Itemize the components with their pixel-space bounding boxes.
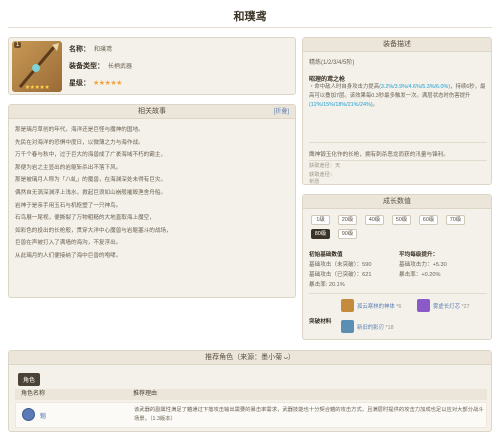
level-tab[interactable]: 1级 [311, 215, 330, 225]
stats-panel: 成长数值 1级 20级 40级 50级 60级 70级 80级 90级 初始基础数值 基础攻击… [302, 194, 492, 340]
effect-description: 鹰神锻玉化作的长枪，拥有刺杀恶龙而获的汛量与锋利。 [309, 152, 449, 158]
effect-header: 装备描述 [303, 38, 491, 52]
stats-divider [309, 293, 487, 294]
story-line: 那是璃月草创的年代，海洋还是巨怪与魔神的国地。 [15, 127, 144, 133]
effect-title: 装备描述 [383, 41, 411, 48]
level-tab[interactable]: 80级 [311, 229, 330, 239]
effect-divider-2 [309, 160, 487, 161]
material-item[interactable]: 新旧的影刃 *18 [341, 320, 401, 333]
page-title: 和璞鸢 [233, 11, 267, 23]
recommend-title: 推荐角色（来源：墨小菊 ᴗ） [205, 354, 295, 361]
material-item[interactable]: 孤云寒林的神体 *6 [341, 299, 401, 312]
type-row: 装备类型： 长柄武器 [69, 63, 133, 70]
weapon-level-badge: 1 [14, 42, 22, 48]
title-divider [8, 27, 492, 28]
name-row: 名称： 和璞鸢 [69, 46, 113, 53]
initial-stats: 初始基础数值 基础攻击（未突破）：590 基础攻击（已突破）：621 暴击率: … [309, 250, 397, 290]
avg-crit: 暴击率：+0.20% [399, 272, 441, 278]
weapon-image-stars: ★★★★★ [24, 85, 50, 91]
avg-atk: 基础攻击力：+5.30 [399, 262, 447, 268]
story-header: 相关故事 [折叠] [9, 105, 295, 119]
effect-panel: 装备描述 精炼(1/2/3/4/5阶) 昭理的鸢之枪 ・命中敌人时自身攻击力提高… [302, 37, 492, 185]
rarity-stars: ★★★★★ [93, 80, 122, 87]
effect-divider [309, 142, 487, 143]
initial-atk-base: 基础攻击（未突破）：590 [309, 262, 372, 268]
story-panel: 相关故事 [折叠] 那是璃月草创的年代，海洋还是巨怪与魔神的国地。 先民在对海洋的… [8, 104, 296, 298]
avg-header: 平均每级提升： [399, 252, 439, 258]
story-line: 先民在对海洋的恐惧中度日，以微薄之力与海作战。 [15, 139, 144, 146]
story-line: 如彩色的投出的长枪般，贯穿大洋中心魔兽与岩躯塞斗的战场， [15, 227, 172, 234]
recommend-panel: 推荐角色（来源：墨小菊 ᴗ） 角色 角色名称 推荐理由 魈 该武器的副属性满足了… [8, 350, 492, 432]
materials-label: 突破材料 [309, 319, 332, 325]
stats-title: 成长数值 [383, 198, 411, 205]
recommend-header: 推荐角色（来源：墨小菊 ᴗ） [9, 351, 491, 365]
weapon-card: 1 ★★★★★ 名称： 和璞鸢 装备类型： 长柄武器 星级： ★★★★★ [8, 37, 296, 95]
level-tab[interactable]: 90级 [338, 229, 357, 239]
weapon-image: 1 ★★★★★ [12, 41, 62, 92]
story-line: 偶然自无涡深渊浮上浅水，掀起巨浪如山崩般摧毁渔舍舟船。 [15, 189, 167, 196]
effect-name: 昭理的鸢之枪 [309, 77, 346, 83]
material-item[interactable]: 雾虚长灯芯 *27 [417, 299, 477, 312]
level-tab[interactable]: 50级 [392, 215, 411, 225]
rarity-label: 星级 [69, 80, 83, 87]
refine-levels[interactable]: 精炼(1/2/3/4/5阶) [309, 57, 354, 66]
level-tab[interactable]: 40级 [365, 215, 384, 225]
name-label: 名称 [69, 46, 83, 53]
avg-stats: 平均每级提升： 基础攻击力：+5.30 暴击率：+0.20% [399, 250, 487, 280]
type-value: 长柄武器 [108, 64, 133, 70]
character-name-link[interactable]: 魈 [40, 411, 46, 420]
stats-header: 成长数值 [303, 195, 491, 209]
initial-crit: 暴击率: 20.1% [309, 282, 345, 288]
effect-text: ・命中敌人时自身攻击力提高(3.2%/3.9%/4.6%/5.3%/6.0%)，… [309, 84, 486, 108]
material-icon [417, 299, 430, 312]
character-reason: 该武器的副属性满足了魈通过下落攻击输出需要的暴击率需求，武器技能也十分契合魈的攻… [134, 407, 484, 422]
story-line: 那是被璃月人称为「八虬」的魔兽，在海渊深处未得有巨灾。 [15, 177, 167, 184]
col-reason: 推荐理由 [133, 391, 158, 397]
material-icon [341, 299, 354, 312]
rarity-row: 星级： ★★★★★ [69, 80, 122, 87]
level-tab[interactable]: 70级 [446, 215, 465, 225]
story-line: 巨兽在声被打入了满墙的海沟，不复浮出。 [15, 240, 122, 247]
story-title: 相关故事 [138, 108, 166, 115]
extra-value: 祈愿 [309, 179, 320, 185]
material-icon [341, 320, 354, 333]
level-tab[interactable]: 60级 [419, 215, 438, 225]
story-line: 岩神于是亲手用玉石与机枢塑了一只神鸟。 [15, 202, 122, 209]
story-line: 那便为岩之主显出的岩躯斩杀出不落下风。 [15, 164, 122, 171]
type-label: 装备类型 [69, 63, 97, 70]
story-line: 万千个春与秋中，过于巨大的海兽成了广袤海域不朽的霸主， [15, 152, 167, 159]
obtain-label: 获取途径：天 [309, 163, 341, 169]
recommend-table-header: 角色名称 推荐理由 [15, 389, 487, 400]
initial-atk-ascended: 基础攻击（已突破）：621 [309, 272, 372, 278]
tab-characters[interactable]: 角色 [18, 373, 41, 386]
initial-header: 初始基础数值 [309, 252, 343, 258]
avatar[interactable] [22, 408, 35, 421]
story-line: 从此璃月的人们便接纳了海中巨兽的咆哮。 [15, 252, 122, 259]
story-line: 石鸟展一尾视，便撕裂了万物粗糙的大地直取海上魔空， [15, 215, 155, 222]
story-collapse-link[interactable]: [折叠] [274, 105, 289, 119]
name-value: 和璞鸢 [94, 47, 113, 53]
col-name: 角色名称 [21, 391, 46, 397]
table-row: 魈 该武器的副属性满足了魈通过下落攻击输出需要的暴击率需求，武器技能也十分契合魈… [15, 402, 487, 428]
level-tab[interactable]: 20级 [338, 215, 357, 225]
story-body: 那是璃月草创的年代，海洋还是巨怪与魔神的国地。 先民在对海洋的恐惧中度日，以微薄之… [9, 119, 295, 268]
